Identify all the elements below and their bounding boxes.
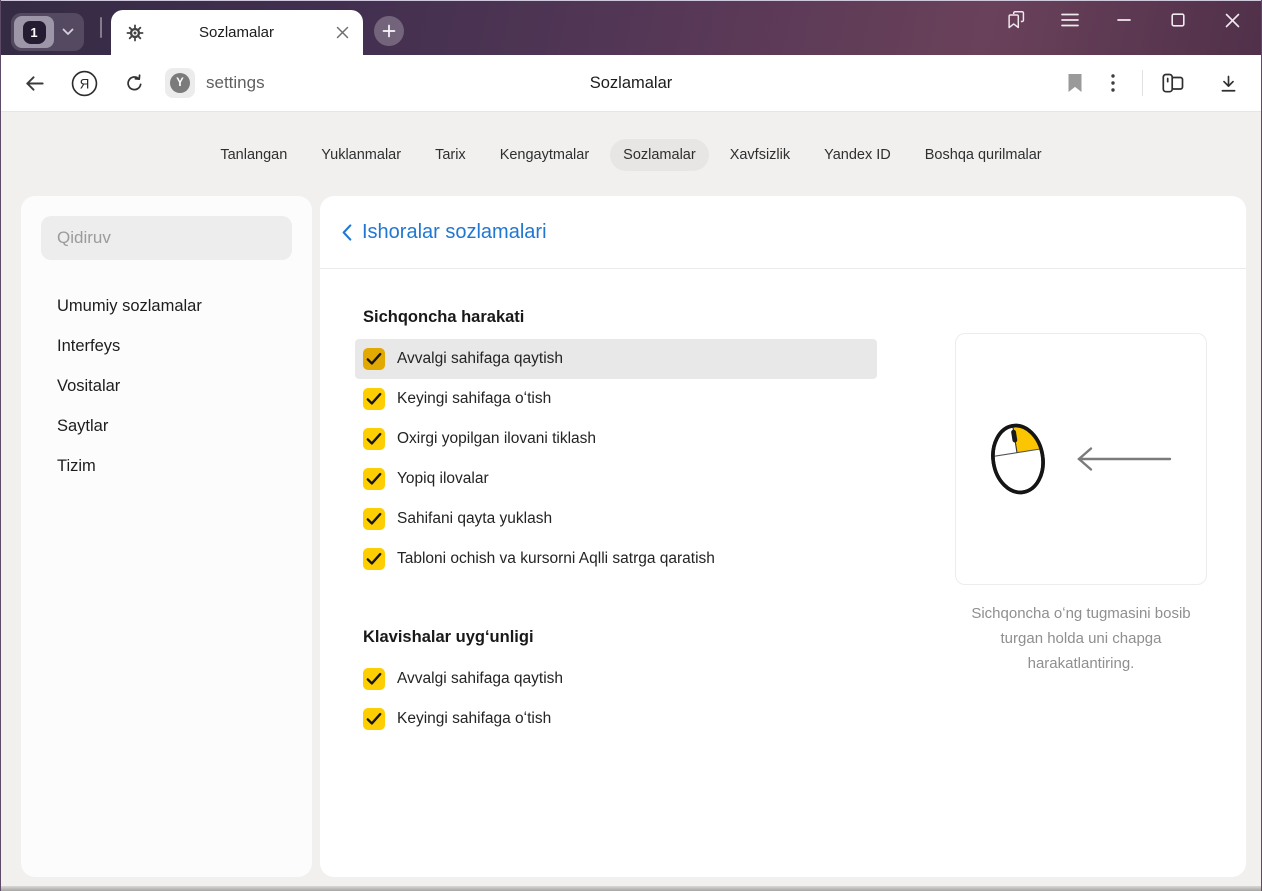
browser-menu-icon[interactable]	[1043, 0, 1097, 40]
gesture-label: Yopiq ilovalar	[397, 470, 489, 487]
gesture-label: Oxirgi yopilgan ilovani tiklash	[397, 430, 597, 447]
section-title: Sichqoncha harakati	[363, 308, 525, 326]
gesture-checkbox-row[interactable]: Tabloni ochish va kursorni Aqlli satrga …	[355, 539, 877, 579]
settings-main-panel: Ishoralar sozlamalari Sichqoncha harakat…	[320, 196, 1246, 877]
mouse-gestures-list: Avvalgi sahifaga qaytish Keyingi sahifag…	[355, 339, 893, 579]
settings-nav-tab[interactable]: Tarix	[422, 139, 479, 171]
checkbox-checked-icon[interactable]	[363, 348, 385, 370]
window-bottom-edge	[1, 886, 1261, 891]
gesture-checkbox-row[interactable]: Avvalgi sahifaga qaytish	[355, 659, 877, 699]
section-page-title: Ishoralar sozlamalari	[362, 220, 547, 243]
gesture-label: Avvalgi sahifaga qaytish	[397, 670, 564, 687]
search-input[interactable]	[41, 216, 292, 260]
back-icon[interactable]	[15, 64, 53, 102]
gesture-label: Avvalgi sahifaga qaytish	[397, 350, 564, 367]
bookmark-icon[interactable]	[1056, 64, 1094, 102]
toolbar: Я Y settings Sozlamalar	[1, 55, 1261, 112]
back-to-settings-link[interactable]: Ishoralar sozlamalari	[342, 221, 547, 244]
checkbox-checked-icon[interactable]	[363, 548, 385, 570]
sidebar-item[interactable]: Umumiy sozlamalar	[41, 286, 292, 326]
gesture-preview-card	[955, 333, 1207, 585]
svg-text:Я: Я	[79, 76, 89, 91]
arrow-left-icon	[1074, 446, 1172, 472]
download-icon[interactable]	[1209, 64, 1247, 102]
tab-count-chip[interactable]: 1	[14, 16, 54, 48]
settings-nav-tab[interactable]: Yandex ID	[811, 139, 904, 171]
window-minimize-icon[interactable]	[1097, 0, 1151, 40]
gesture-checkbox-row[interactable]: Yopiq ilovalar	[355, 459, 877, 499]
tab-title: Sozlamalar	[198, 24, 275, 41]
checkbox-checked-icon[interactable]	[363, 708, 385, 730]
side-panels-icon[interactable]	[989, 0, 1043, 40]
checkbox-checked-icon[interactable]	[363, 428, 385, 450]
gesture-label: Tabloni ochish va kursorni Aqlli satrga …	[397, 550, 715, 567]
gesture-checkbox-row[interactable]: Keyingi sahifaga oʻtish	[355, 379, 877, 419]
settings-nav-tab[interactable]: Yuklanmalar	[308, 139, 414, 171]
settings-page: Tanlangan Yuklanmalar Tarix Kengaytmalar…	[1, 112, 1261, 886]
chevron-down-icon[interactable]	[54, 28, 81, 36]
tabstrip-divider	[100, 17, 102, 38]
gesture-preview-column: Sichqoncha oʻng tugmasini bosib turgan h…	[955, 333, 1207, 677]
settings-nav-tab[interactable]: Kengaytmalar	[487, 139, 602, 171]
gesture-checkbox-row[interactable]: Sahifani qayta yuklash	[355, 499, 877, 539]
collections-icon[interactable]	[1153, 64, 1191, 102]
sidebar-item[interactable]: Vositalar	[41, 366, 292, 406]
checkbox-checked-icon[interactable]	[363, 388, 385, 410]
settings-nav-tab[interactable]: Boshqa qurilmalar	[912, 139, 1055, 171]
window-close-icon[interactable]	[1205, 0, 1259, 40]
settings-gear-icon	[126, 24, 144, 42]
settings-sidebar: Umumiy sozlamalar Interfeys Vositalar Sa…	[21, 196, 312, 877]
gesture-caption: Sichqoncha oʻng tugmasini bosib turgan h…	[971, 605, 1191, 673]
gesture-label: Keyingi sahifaga oʻtish	[397, 390, 552, 407]
gesture-label: Sahifani qayta yuklash	[397, 510, 553, 527]
reload-icon[interactable]	[115, 64, 153, 102]
gesture-label: Keyingi sahifaga oʻtish	[397, 710, 552, 727]
chevron-left-icon	[342, 223, 352, 241]
mouse-gestures-section: Sichqoncha harakati Avvalgi sahifaga qay…	[355, 305, 893, 579]
sidebar-item[interactable]: Tizim	[41, 446, 292, 486]
settings-body: Umumiy sozlamalar Interfeys Vositalar Sa…	[21, 196, 1246, 877]
sidebar-item[interactable]: Saytlar	[41, 406, 292, 446]
tab-count-badge: 1	[22, 20, 46, 44]
checkbox-checked-icon[interactable]	[363, 668, 385, 690]
gesture-checkbox-row[interactable]: Oxirgi yopilgan ilovani tiklash	[355, 419, 877, 459]
window-maximize-icon[interactable]	[1151, 0, 1205, 40]
kebab-menu-icon[interactable]	[1094, 64, 1132, 102]
checkbox-checked-icon[interactable]	[363, 508, 385, 530]
settings-nav-tab[interactable]: Sozlamalar	[610, 139, 709, 171]
address-text[interactable]: settings	[206, 73, 265, 93]
tab-close-icon[interactable]	[329, 20, 355, 46]
browser-window: 1 Sozlamalar Я Y settings Sozlamalar Tan…	[0, 0, 1262, 891]
titlebar: 1 Sozlamalar	[1, 0, 1261, 55]
key-combos-section: Klavishalar uygʻunligi Avvalgi sahifaga …	[363, 625, 893, 739]
mouse-illustration	[982, 409, 1054, 509]
toolbar-right-controls	[1056, 64, 1247, 102]
address-bar[interactable]: Y settings	[165, 68, 265, 98]
key-combos-list: Avvalgi sahifaga qaytish Keyingi sahifag…	[363, 659, 893, 739]
new-tab-button[interactable]	[374, 16, 404, 46]
settings-nav-tab[interactable]: Xavfsizlik	[717, 139, 803, 171]
yandex-logo-icon[interactable]: Я	[65, 64, 103, 102]
main-columns: Sichqoncha harakati Avvalgi sahifaga qay…	[320, 269, 1246, 877]
gesture-settings-column: Sichqoncha harakati Avvalgi sahifaga qay…	[355, 305, 893, 739]
settings-nav-tabs: Tanlangan Yuklanmalar Tarix Kengaytmalar…	[207, 138, 1054, 172]
protect-badge-icon[interactable]: Y	[165, 68, 195, 98]
tab-sozlamalar[interactable]: Sozlamalar	[111, 10, 363, 55]
sidebar-list: Umumiy sozlamalar Interfeys Vositalar Sa…	[41, 286, 292, 486]
gesture-checkbox-row[interactable]: Keyingi sahifaga oʻtish	[355, 699, 877, 739]
main-header: Ishoralar sozlamalari	[320, 196, 1246, 269]
section-title: Klavishalar uygʻunligi	[363, 628, 534, 646]
titlebar-right-controls	[989, 0, 1261, 40]
settings-nav-tab[interactable]: Tanlangan	[207, 139, 300, 171]
checkbox-checked-icon[interactable]	[363, 468, 385, 490]
gesture-checkbox-row[interactable]: Avvalgi sahifaga qaytish	[355, 339, 877, 379]
toolbar-divider	[1142, 70, 1143, 96]
sidebar-item[interactable]: Interfeys	[41, 326, 292, 366]
tab-groups-control[interactable]: 1	[11, 13, 84, 51]
